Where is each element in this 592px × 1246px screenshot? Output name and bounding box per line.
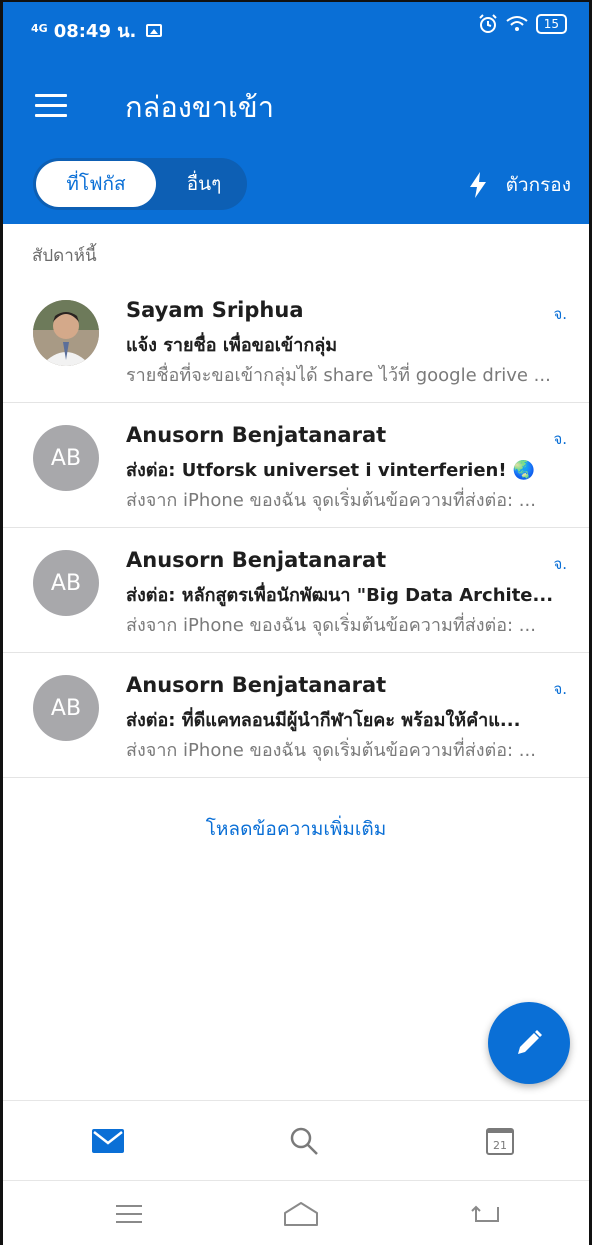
avatar-photo bbox=[33, 300, 99, 366]
inbox-tabs: ที่โฟกัส อื่นๆ bbox=[33, 158, 247, 210]
status-time: 08:49 น. bbox=[53, 21, 137, 42]
page-title: กล่องขาเข้า bbox=[125, 90, 275, 124]
mail-item[interactable]: AB Anusorn Benjatanarat ส่งต่อ: Utforsk … bbox=[3, 403, 589, 528]
avatar: AB bbox=[33, 675, 99, 741]
lightning-icon bbox=[469, 172, 486, 198]
alarm-icon bbox=[479, 14, 497, 33]
mail-preview: รายชื่อที่จะขอเข้ากลุ่มได้ share ไว้ที่ … bbox=[126, 365, 551, 386]
mail-date: จ. bbox=[553, 305, 567, 323]
mail-sender: Sayam Sriphua bbox=[126, 298, 304, 322]
avatar: AB bbox=[33, 550, 99, 616]
mail-subject: ส่งต่อ: หลักสูตรเพื่อนักพัฒนา "Big Data … bbox=[126, 585, 554, 606]
section-label-this-week: สัปดาห์นี้ bbox=[32, 246, 97, 266]
compose-button[interactable] bbox=[488, 1002, 570, 1084]
mail-preview: ส่งจาก iPhone ของฉัน จุดเริ่มต้นข้อความท… bbox=[126, 740, 536, 761]
search-icon bbox=[290, 1127, 318, 1155]
menu-lines-icon bbox=[116, 1205, 142, 1223]
mail-preview: ส่งจาก iPhone ของฉัน จุดเริ่มต้นข้อความท… bbox=[126, 490, 536, 511]
image-icon bbox=[146, 24, 163, 37]
recent-apps-button[interactable] bbox=[107, 1197, 151, 1231]
mail-sender: Anusorn Benjatanarat bbox=[126, 423, 387, 447]
mail-subject: แจ้ง รายชื่อ เพื่อขอเข้ากลุ่ม bbox=[126, 335, 338, 356]
status-left: 4G 08:49 น. bbox=[31, 16, 163, 45]
tab-other[interactable]: อื่นๆ bbox=[167, 161, 241, 207]
mail-subject: ส่งต่อ: Utforsk universet i vinterferien… bbox=[126, 460, 536, 481]
nav-mail[interactable] bbox=[83, 1121, 133, 1161]
mail-item[interactable]: AB Anusorn Benjatanarat ส่งต่อ: หลักสูตร… bbox=[3, 528, 589, 653]
mail-date: จ. bbox=[553, 680, 567, 698]
menu-icon[interactable] bbox=[35, 94, 67, 118]
mail-preview: ส่งจาก iPhone ของฉัน จุดเริ่มต้นข้อความท… bbox=[126, 615, 536, 636]
calendar-day: 21 bbox=[493, 1139, 507, 1152]
mail-list: Sayam Sriphua แจ้ง รายชื่อ เพื่อขอเข้ากล… bbox=[3, 278, 589, 778]
mail-item[interactable]: Sayam Sriphua แจ้ง รายชื่อ เพื่อขอเข้ากล… bbox=[3, 278, 589, 403]
pencil-icon bbox=[518, 1030, 542, 1054]
mail-sender: Anusorn Benjatanarat bbox=[126, 673, 387, 697]
mail-sender: Anusorn Benjatanarat bbox=[126, 548, 387, 572]
nav-search[interactable] bbox=[279, 1121, 329, 1161]
mail-subject: ส่งต่อ: ที่ดีแคทลอนมีผู้นำกีฬาโยคะ พร้อม… bbox=[126, 710, 521, 731]
mail-icon bbox=[92, 1129, 124, 1153]
home-button[interactable] bbox=[279, 1197, 323, 1231]
nav-calendar[interactable]: 21 bbox=[475, 1121, 525, 1161]
battery-icon: 15 bbox=[535, 14, 567, 34]
back-button[interactable] bbox=[463, 1197, 507, 1231]
filter-button[interactable]: ตัวกรอง bbox=[469, 170, 571, 200]
home-icon bbox=[284, 1202, 318, 1226]
back-icon bbox=[471, 1205, 499, 1222]
status-right: 15 bbox=[478, 14, 567, 34]
network-indicator: 4G bbox=[31, 21, 48, 35]
status-bar: 4G 08:49 น. 15 bbox=[3, 2, 589, 54]
load-more-link[interactable]: โหลดข้อความเพิ่มเติม bbox=[0, 814, 592, 844]
mail-date: จ. bbox=[553, 430, 567, 448]
system-nav-bar bbox=[3, 1180, 589, 1246]
filter-label: ตัวกรอง bbox=[505, 174, 571, 196]
mail-item[interactable]: AB Anusorn Benjatanarat ส่งต่อ: ที่ดีแคท… bbox=[3, 653, 589, 778]
tab-focused[interactable]: ที่โฟกัส bbox=[36, 161, 156, 207]
avatar: AB bbox=[33, 425, 99, 491]
app-header: กล่องขาเข้า ที่โฟกัส อื่นๆ ตัวกรอง bbox=[3, 54, 589, 224]
mail-date: จ. bbox=[553, 555, 567, 573]
wifi-icon bbox=[506, 16, 528, 31]
calendar-icon: 21 bbox=[486, 1128, 514, 1155]
bottom-nav: 21 bbox=[3, 1100, 589, 1181]
